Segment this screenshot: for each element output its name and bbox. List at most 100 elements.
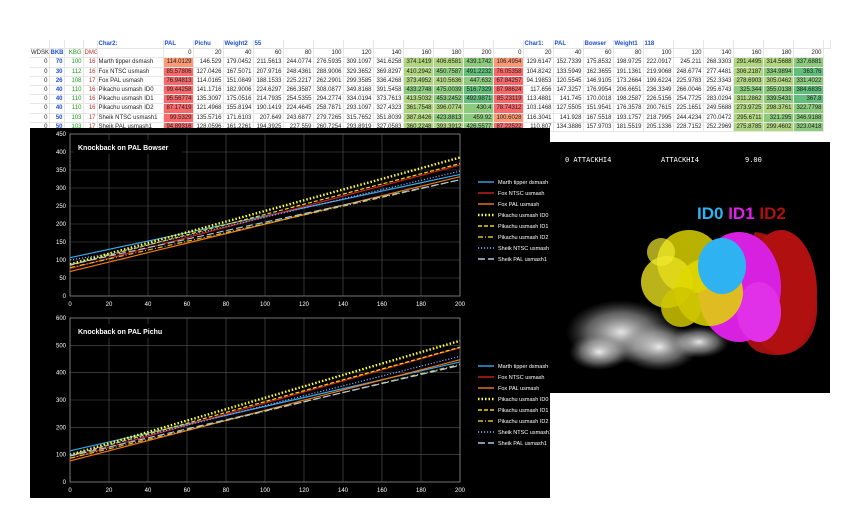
cell-knockback[interactable]: 315.7652 <box>343 113 374 123</box>
cell-knockback[interactable]: 167.5518 <box>583 113 614 123</box>
cell-knockback[interactable]: 99.5329 <box>163 113 194 123</box>
cell-knockback[interactable]: 325.344 <box>733 85 764 96</box>
cell-knockback[interactable]: 453.2452 <box>433 94 464 105</box>
wdsk-header[interactable]: WDSK <box>30 48 50 59</box>
cell-knockback[interactable]: 224.6297 <box>253 85 284 96</box>
cell-knockback[interactable]: 329.3652 <box>343 67 374 77</box>
cell-knockback[interactable]: 334.9894 <box>763 67 794 77</box>
cell-knockback[interactable]: 171.6103 <box>223 113 254 123</box>
cell-knockback[interactable]: 146.9105 <box>583 76 614 87</box>
cell-knockback[interactable]: 129.6147 <box>523 57 554 68</box>
cell-bkb[interactable]: 30 <box>49 67 65 77</box>
cell-kbg[interactable]: 110 <box>64 103 84 114</box>
cell-knockback[interactable]: 396.0774 <box>433 103 464 114</box>
cell-knockback[interactable]: 278.6903 <box>733 76 764 87</box>
cell-knockback[interactable]: 516.7329 <box>463 85 494 96</box>
cell-knockback[interactable]: 85.57806 <box>163 67 194 77</box>
cell-knockback[interactable]: 266.0046 <box>673 85 704 96</box>
char-region[interactable]: PAL <box>163 40 194 50</box>
cell-kbg[interactable]: 100 <box>64 57 84 68</box>
cell-move[interactable]: Fox NTSC usmash <box>97 67 164 77</box>
cell-knockback[interactable]: 314.5688 <box>763 57 794 68</box>
cell-kbg[interactable]: 112 <box>64 67 84 77</box>
cell-bkb[interactable]: 70 <box>49 57 65 68</box>
cell-knockback[interactable]: 116.3041 <box>523 113 554 123</box>
cell-bkb[interactable]: 40 <box>49 103 65 114</box>
cell-knockback[interactable]: 341.6258 <box>373 57 404 68</box>
cell-knockback[interactable]: 299.3585 <box>343 76 374 87</box>
cell-knockback[interactable]: 141.928 <box>553 113 584 123</box>
cell-knockback[interactable]: 295.6711 <box>733 113 764 123</box>
cell-knockback[interactable]: 94.19853 <box>523 76 554 87</box>
cell-wdsk[interactable]: 0 <box>30 67 50 77</box>
cell-dmg[interactable]: 16 <box>83 67 98 77</box>
char-name[interactable]: Pichu <box>193 40 224 50</box>
cell-knockback[interactable]: 273.9725 <box>733 103 764 114</box>
cell-knockback[interactable]: 135.5716 <box>193 113 224 123</box>
cell-knockback[interactable]: 222.0917 <box>643 57 674 68</box>
cell-knockback[interactable]: 151.0849 <box>223 76 254 87</box>
cell-knockback[interactable]: 87.17419 <box>163 103 194 114</box>
cell-bkb[interactable]: 50 <box>49 113 65 123</box>
cell-knockback[interactable]: 224.4645 <box>283 103 314 114</box>
percent-header[interactable]: 20 <box>193 48 224 59</box>
cell-knockback[interactable]: 339.5431 <box>763 94 794 105</box>
cell-knockback[interactable]: 337.6881 <box>793 57 824 68</box>
cell-knockback[interactable]: 321.295 <box>763 113 794 123</box>
weight-label[interactable]: Weight2 <box>223 40 254 50</box>
cell-knockback[interactable]: 248.6774 <box>673 67 704 77</box>
cell-bkb[interactable]: 40 <box>49 94 65 105</box>
cell-wdsk[interactable]: 0 <box>30 94 50 105</box>
cell-knockback[interactable]: 361.7548 <box>403 103 434 114</box>
cell-knockback[interactable]: 266.3587 <box>283 85 314 96</box>
cell-knockback[interactable]: 244.4234 <box>673 113 704 123</box>
cell-knockback[interactable]: 288.9006 <box>313 67 344 77</box>
cell-knockback[interactable]: 134.3886 <box>553 122 584 132</box>
cell-knockback[interactable]: 225.1651 <box>673 103 704 114</box>
cell-knockback[interactable]: 219.9068 <box>643 67 674 77</box>
cell-knockback[interactable]: 191.1361 <box>613 67 644 77</box>
cell-dmg[interactable]: 17 <box>83 113 98 123</box>
percent-header[interactable]: 0 <box>493 48 524 59</box>
cell-knockback[interactable]: 205.1336 <box>643 122 674 132</box>
cell-knockback[interactable]: 114.0129 <box>163 57 194 68</box>
percent-header[interactable]: 60 <box>253 48 284 59</box>
cell-knockback[interactable]: 355.0138 <box>763 85 794 96</box>
cell-wdsk[interactable]: 0 <box>30 76 50 87</box>
cell-knockback[interactable]: 306.2187 <box>733 67 764 77</box>
cell-knockback[interactable]: 346.9188 <box>793 113 824 123</box>
bkb-header[interactable]: BKB <box>49 48 65 59</box>
cell-knockback[interactable]: 450.7587 <box>433 67 464 77</box>
cell-knockback[interactable]: 243.6877 <box>283 113 314 123</box>
cell-knockback[interactable]: 298.3761 <box>763 103 794 114</box>
cell-knockback[interactable]: 176.9954 <box>583 85 614 96</box>
cell-knockback[interactable]: 179.0452 <box>223 57 254 68</box>
cell-knockback[interactable]: 275.8785 <box>733 122 764 132</box>
cell-knockback[interactable]: 127.5505 <box>553 103 584 114</box>
cell-knockback[interactable]: 198.9725 <box>613 57 644 68</box>
cell-knockback[interactable]: 413.5032 <box>403 94 434 105</box>
cell-knockback[interactable]: 225.2217 <box>283 76 314 87</box>
cell-knockback[interactable]: 331.4022 <box>793 76 824 87</box>
cell-knockback[interactable]: 175.0516 <box>223 94 254 105</box>
cell-knockback[interactable]: 106.4954 <box>493 57 524 68</box>
cell-knockback[interactable]: 475.0039 <box>433 85 464 96</box>
percent-header[interactable]: 160 <box>403 48 434 59</box>
cell-bkb[interactable]: 26 <box>49 76 65 87</box>
cell-knockback[interactable]: 252.2969 <box>703 122 734 132</box>
weight-label-2[interactable]: Weight1 <box>613 40 644 50</box>
cell-move[interactable]: Pikachu usmash ID0 <box>97 85 164 96</box>
cell-knockback[interactable]: 308.0877 <box>313 85 344 96</box>
cell-knockback[interactable]: 283.0294 <box>703 94 734 105</box>
cell-knockback[interactable]: 276.5935 <box>313 57 344 68</box>
cell-knockback[interactable]: 254.7725 <box>673 94 704 105</box>
cell-knockback[interactable]: 262.2901 <box>313 76 344 87</box>
cell-knockback[interactable]: 406.6581 <box>433 57 464 68</box>
cell-move[interactable]: Pikachu usmash ID1 <box>97 94 164 105</box>
cell-knockback[interactable]: 447.632 <box>463 76 494 87</box>
cell-dmg[interactable]: 16 <box>83 103 98 114</box>
cell-knockback[interactable]: 85.23119 <box>493 94 524 105</box>
cell-wdsk[interactable]: 0 <box>30 103 50 114</box>
cell-kbg[interactable]: 110 <box>64 85 84 96</box>
cell-knockback[interactable]: 95.56774 <box>163 94 194 105</box>
